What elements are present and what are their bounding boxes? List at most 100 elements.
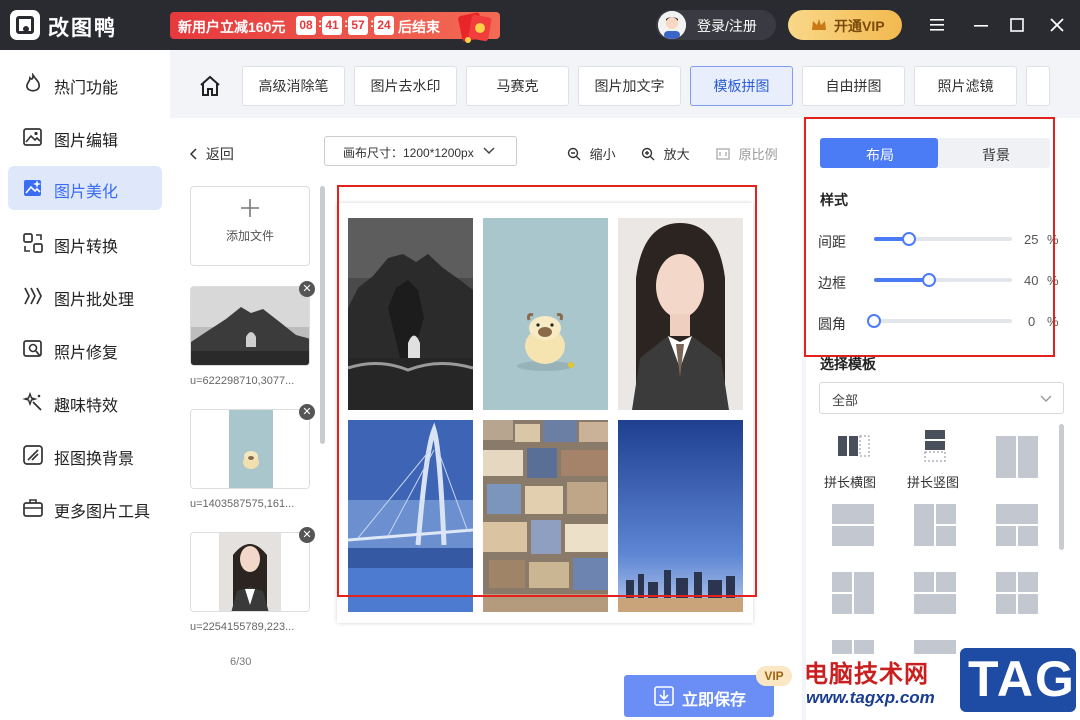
zoom-out-label: 缩小 (589, 147, 616, 162)
sparkle-icon (22, 391, 42, 411)
sidebar-item-label: 照片修复 (54, 345, 119, 362)
tab-advanced-eraser[interactable]: 高级消除笔 (242, 66, 345, 106)
toolbox-icon (23, 499, 43, 517)
batch-icon (24, 287, 42, 305)
countdown-centis: 24 (374, 16, 394, 35)
zoom-out-icon (567, 147, 581, 161)
tab-more[interactable] (1026, 66, 1050, 106)
watermark-text: 电脑技术网 (804, 661, 929, 688)
chevron-down-icon (1040, 395, 1052, 402)
template-filter-value: 全部 (832, 393, 859, 408)
app-title: 改图鸭 (48, 17, 117, 40)
countdown-seconds: 57 (348, 16, 368, 35)
countdown-minutes: 41 (322, 16, 342, 35)
app-logo-icon (10, 10, 40, 40)
file-thumbnail[interactable] (190, 286, 310, 366)
vip-label: 开通VIP (834, 18, 885, 34)
sidebar-item-label: 抠图换背景 (54, 451, 135, 468)
convert-icon (23, 233, 43, 253)
fire-icon (25, 73, 40, 92)
file-count: 6/30 (230, 656, 252, 668)
template-horizontal-long[interactable] (832, 426, 874, 468)
avatar (658, 11, 686, 39)
highlight-box-settings (804, 117, 1055, 357)
tab-remove-watermark[interactable]: 图片去水印 (354, 66, 457, 106)
template-label: 拼长竖图 (907, 475, 960, 490)
zoom-in-button[interactable]: 放大 (641, 144, 690, 163)
sidebar-item-hot[interactable]: 热门功能 (8, 62, 162, 106)
template-two-columns[interactable] (996, 436, 1038, 478)
template-grid-four[interactable] (996, 572, 1038, 614)
add-file-label: 添加文件 (225, 229, 274, 243)
chevron-left-icon (189, 148, 197, 160)
promo-suffix: 后结束 (398, 19, 440, 35)
template-partial[interactable] (832, 640, 874, 654)
minimize-icon[interactable] (970, 14, 992, 36)
maximize-icon[interactable] (1006, 14, 1028, 36)
template-section-title: 选择模板 (820, 356, 876, 372)
tab-template-collage[interactable]: 模板拼图 (690, 66, 793, 106)
home-icon[interactable] (198, 74, 222, 98)
zoom-out-button[interactable]: 缩小 (567, 144, 616, 163)
file-name: u=622298710,3077... (190, 375, 295, 387)
tab-mosaic[interactable]: 马赛克 (466, 66, 569, 106)
original-ratio-button[interactable]: 原比例 (716, 144, 778, 163)
sidebar-item-batch[interactable]: 图片批处理 (8, 274, 162, 318)
sidebar-item-image-edit[interactable]: 图片编辑 (8, 115, 162, 159)
plus-icon (241, 199, 259, 217)
chevron-down-icon (483, 147, 495, 155)
template-one-two[interactable] (914, 504, 956, 546)
sidebar-item-cutout[interactable]: 抠图换背景 (8, 433, 162, 477)
file-name: u=1403587575,161... (190, 498, 295, 510)
tab-free-collage[interactable]: 自由拼图 (802, 66, 905, 106)
template-two-top[interactable] (914, 572, 956, 614)
ratio-icon (716, 148, 730, 160)
sidebar-item-image-convert[interactable]: 图片转换 (8, 221, 162, 265)
zoom-in-label: 放大 (663, 147, 690, 162)
vip-badge: VIP (756, 666, 792, 686)
remove-file-icon[interactable]: ✕ (299, 527, 315, 543)
image-edit-icon (23, 128, 42, 146)
template-list-scrollbar[interactable] (1059, 424, 1064, 550)
back-label: 返回 (205, 146, 234, 162)
promo-text: 新用户立减160元 (178, 19, 286, 35)
close-icon[interactable] (1046, 14, 1068, 36)
repair-icon (23, 340, 42, 357)
sidebar-item-more-tools[interactable]: 更多图片工具 (8, 486, 162, 530)
template-top-two[interactable] (996, 504, 1038, 546)
sidebar-item-effects[interactable]: 趣味特效 (8, 380, 162, 424)
sidebar-item-image-beauty[interactable]: 图片美化 (8, 166, 162, 210)
remove-file-icon[interactable]: ✕ (299, 281, 315, 297)
canvas-size-label: 画布尺寸：1200*1200px (343, 146, 474, 160)
menu-icon[interactable] (926, 14, 948, 36)
tab-add-text[interactable]: 图片加文字 (578, 66, 681, 106)
login-label: 登录/注册 (697, 18, 757, 34)
save-label: 立即保存 (682, 692, 747, 709)
file-thumbnail[interactable] (190, 532, 310, 612)
template-two-one[interactable] (832, 572, 874, 614)
remove-file-icon[interactable]: ✕ (299, 404, 315, 420)
sidebar-item-label: 图片批处理 (54, 292, 135, 309)
sidebar-item-repair[interactable]: 照片修复 (8, 327, 162, 371)
sidebar-item-label: 热门功能 (54, 80, 119, 97)
sidebar-item-label: 图片美化 (54, 184, 119, 201)
file-name: u=2254155789,223... (190, 621, 295, 633)
highlight-box-canvas (337, 185, 757, 597)
template-partial[interactable] (914, 640, 956, 654)
crown-icon (812, 19, 826, 30)
watermark-tag: TAG (968, 651, 1076, 707)
tab-photo-filter[interactable]: 照片滤镜 (914, 66, 1017, 106)
file-thumbnail[interactable] (190, 409, 310, 489)
back-button[interactable]: 返回 (188, 144, 234, 164)
sidebar-item-label: 图片转换 (54, 239, 119, 256)
template-label: 拼长横图 (824, 475, 877, 490)
original-ratio-label: 原比例 (738, 147, 778, 162)
template-vertical-long[interactable] (914, 426, 956, 468)
template-two-rows[interactable] (832, 504, 874, 546)
sidebar-item-label: 更多图片工具 (54, 504, 151, 521)
title-bar (0, 0, 1080, 50)
download-icon (654, 686, 674, 706)
file-list-scrollbar[interactable] (320, 186, 325, 444)
sidebar-item-label: 图片编辑 (54, 133, 119, 150)
countdown-hours: 08 (296, 16, 316, 35)
